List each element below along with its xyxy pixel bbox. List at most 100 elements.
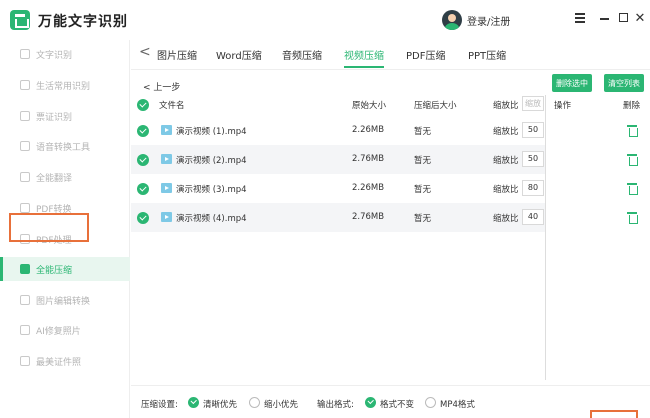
sidebar-item-voice-tools[interactable]: 语音转换工具 bbox=[0, 134, 130, 158]
menu-icon[interactable] bbox=[572, 10, 588, 28]
row-checkbox[interactable] bbox=[137, 183, 149, 195]
clear-list-button[interactable]: 清空列表 bbox=[604, 74, 644, 92]
file-name: 演示视频 (3).mp4 bbox=[176, 185, 247, 195]
compressed-size: 暂无 bbox=[414, 185, 432, 195]
compress-settings-label: 压缩设置: bbox=[141, 400, 178, 410]
sidebar-item-ticket-ocr[interactable]: 票证识别 bbox=[0, 104, 130, 128]
ai-repair-icon bbox=[20, 325, 30, 335]
table-row: 演示视频 (1).mp4 2.26MB 暂无 缩放比 50 bbox=[131, 116, 545, 145]
ratio-input[interactable]: 50 bbox=[522, 122, 544, 138]
tab-video-compress[interactable]: 视频压缩 bbox=[344, 47, 384, 62]
table-header: 文件名 原始大小 压缩后大小 缩放比 缩放 操作 删除 bbox=[131, 95, 650, 115]
file-name: 演示视频 (4).mp4 bbox=[176, 214, 247, 224]
sidebar-item-label: 最美证件照 bbox=[36, 357, 82, 368]
text-ocr-icon bbox=[20, 49, 30, 59]
header-action: 操作 bbox=[554, 101, 572, 111]
back-step-link[interactable]: < 上一步 bbox=[143, 80, 180, 93]
start-button-highlight bbox=[590, 410, 638, 418]
ratio-input[interactable]: 40 bbox=[522, 209, 544, 225]
title-bar: 万能文字识别 登录/注册 ✕ bbox=[0, 0, 650, 40]
clarity-first-label[interactable]: 清晰优先 bbox=[203, 398, 237, 410]
original-size: 2.76MB bbox=[352, 212, 385, 222]
user-login[interactable]: 登录/注册 bbox=[442, 10, 510, 30]
life-ocr-icon bbox=[20, 80, 30, 90]
mp4-format-label[interactable]: MP4格式 bbox=[440, 398, 475, 410]
sidebar-item-label: AI修复照片 bbox=[36, 326, 81, 337]
active-tab-underline bbox=[344, 66, 384, 68]
smaller-first-radio[interactable] bbox=[249, 397, 260, 408]
trash-icon[interactable] bbox=[627, 125, 638, 137]
video-file-icon bbox=[161, 125, 172, 135]
tab-ppt-compress[interactable]: PPT压缩 bbox=[468, 47, 506, 62]
translate-icon bbox=[20, 172, 30, 182]
keep-format-label[interactable]: 格式不变 bbox=[380, 398, 414, 410]
image-edit-icon bbox=[20, 295, 30, 305]
table-row: 演示视频 (4).mp4 2.76MB 暂无 缩放比 40 bbox=[131, 203, 545, 232]
row-checkbox[interactable] bbox=[137, 212, 149, 224]
sidebar-item-label: 全能压缩 bbox=[36, 265, 73, 276]
header-compressed-size: 压缩后大小 bbox=[414, 101, 457, 111]
column-divider bbox=[545, 95, 546, 380]
close-icon[interactable]: ✕ bbox=[632, 10, 648, 28]
compress-icon bbox=[20, 264, 30, 274]
header-delete: 删除 bbox=[623, 101, 641, 111]
sidebar-item-compress[interactable]: 全能压缩 bbox=[0, 257, 130, 281]
keep-format-radio[interactable] bbox=[365, 397, 376, 408]
login-link[interactable]: 登录/注册 bbox=[467, 13, 510, 28]
output-format-label: 输出格式: bbox=[317, 400, 354, 410]
sidebar-item-image-edit[interactable]: 图片编辑转换 bbox=[0, 288, 130, 312]
compressed-size: 暂无 bbox=[414, 156, 432, 166]
sidebar-item-translate[interactable]: 全能翻译 bbox=[0, 165, 130, 189]
avatar[interactable] bbox=[442, 10, 462, 30]
video-file-icon bbox=[161, 154, 172, 164]
sidebar-item-text-ocr[interactable]: 文字识别 bbox=[0, 42, 130, 66]
tab-audio-compress[interactable]: 音频压缩 bbox=[282, 47, 322, 62]
sidebar-item-label: 票证识别 bbox=[36, 112, 73, 123]
sidebar-item-ai-repair[interactable]: AI修复照片 bbox=[0, 318, 130, 342]
table-row: 演示视频 (2).mp4 2.76MB 暂无 缩放比 50 bbox=[131, 145, 545, 174]
tab-bar: < 图片压缩 Word压缩 音频压缩 视频压缩 PDF压缩 PPT压缩 bbox=[131, 40, 650, 70]
header-original-size: 原始大小 bbox=[352, 101, 387, 111]
tab-pdf-compress[interactable]: PDF压缩 bbox=[406, 47, 445, 62]
ratio-input[interactable]: 80 bbox=[522, 180, 544, 196]
ratio-all-input[interactable]: 缩放 bbox=[522, 96, 544, 111]
tab-word-compress[interactable]: Word压缩 bbox=[216, 47, 262, 62]
ratio-label: 缩放比 bbox=[493, 214, 519, 224]
delete-selected-button[interactable]: 删除选中 bbox=[552, 74, 592, 92]
smaller-first-label[interactable]: 缩小优先 bbox=[264, 398, 298, 410]
back-chevron-icon[interactable]: < bbox=[139, 44, 151, 60]
mp4-format-radio[interactable] bbox=[425, 397, 436, 408]
active-indicator bbox=[0, 257, 3, 281]
settings-footer: 压缩设置: 清晰优先 缩小优先 输出格式: 格式不变 MP4格式 bbox=[131, 385, 650, 418]
app-window: 万能文字识别 登录/注册 ✕ 文字识别 生活常用识别 票证识别 语音转换工具 全… bbox=[0, 0, 650, 418]
sidebar-item-label: 文字识别 bbox=[36, 50, 73, 61]
pdf-convert-icon bbox=[20, 203, 30, 213]
table-row: 演示视频 (3).mp4 2.26MB 暂无 缩放比 80 bbox=[131, 174, 545, 203]
trash-icon[interactable] bbox=[627, 154, 638, 166]
video-file-icon bbox=[161, 212, 172, 222]
original-size: 2.76MB bbox=[352, 154, 385, 164]
clarity-first-radio[interactable] bbox=[188, 397, 199, 408]
original-size: 2.26MB bbox=[352, 125, 385, 135]
original-size: 2.26MB bbox=[352, 183, 385, 193]
maximize-icon[interactable] bbox=[615, 10, 631, 28]
header-ratio: 缩放比 bbox=[493, 101, 519, 111]
app-logo-icon bbox=[10, 10, 30, 30]
trash-icon[interactable] bbox=[627, 212, 638, 224]
app-title: 万能文字识别 bbox=[38, 14, 128, 30]
header-filename: 文件名 bbox=[159, 101, 185, 111]
sidebar-item-label: 图片编辑转换 bbox=[36, 296, 91, 307]
row-checkbox[interactable] bbox=[137, 154, 149, 166]
sidebar-item-label: 语音转换工具 bbox=[36, 142, 91, 153]
row-checkbox[interactable] bbox=[137, 125, 149, 137]
sidebar-item-life-ocr[interactable]: 生活常用识别 bbox=[0, 73, 130, 97]
ratio-input[interactable]: 50 bbox=[522, 151, 544, 167]
ratio-label: 缩放比 bbox=[493, 185, 519, 195]
sidebar-item-id-photo[interactable]: 最美证件照 bbox=[0, 349, 130, 373]
trash-icon[interactable] bbox=[627, 183, 638, 195]
tab-image-compress[interactable]: 图片压缩 bbox=[157, 47, 197, 62]
select-all-checkbox[interactable] bbox=[137, 99, 149, 111]
minimize-icon[interactable] bbox=[596, 10, 612, 28]
video-file-icon bbox=[161, 183, 172, 193]
file-name: 演示视频 (2).mp4 bbox=[176, 156, 247, 166]
